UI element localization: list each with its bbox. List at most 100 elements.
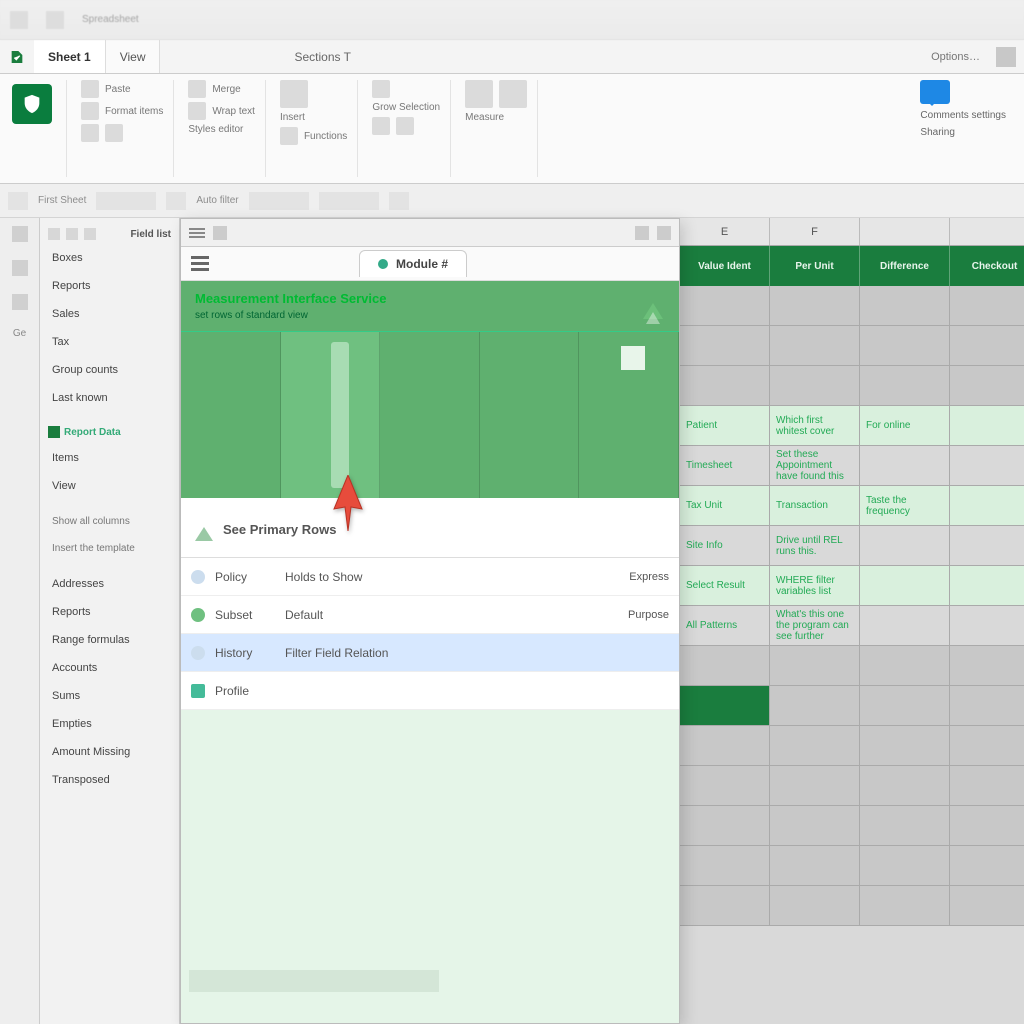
prop-value: Filter Field Relation <box>285 646 669 660</box>
sidebar-item[interactable]: Transposed <box>40 766 179 794</box>
sidebar-item[interactable]: View <box>40 472 179 500</box>
generic-icon <box>319 192 379 210</box>
ribbon-label[interactable]: Styles editor <box>188 124 243 135</box>
cell[interactable]: Timesheet <box>680 446 770 485</box>
tab-sheet1[interactable]: Sheet 1 <box>34 40 106 73</box>
sidebar-item[interactable]: Reports <box>40 598 179 626</box>
sidebar-item[interactable]: Addresses <box>40 570 179 598</box>
cell[interactable]: Taste the frequency <box>860 486 950 525</box>
tab-view[interactable]: View <box>106 40 161 73</box>
sidebar-item[interactable]: Boxes <box>40 244 179 272</box>
cell[interactable]: For online <box>860 406 950 445</box>
property-list: Policy Holds to Show Express Subset Defa… <box>181 558 679 710</box>
sidebar-item[interactable]: Amount Missing <box>40 738 179 766</box>
generic-icon[interactable] <box>372 117 390 135</box>
table-icon[interactable] <box>499 80 527 108</box>
sidebar-item[interactable]: Empties <box>40 710 179 738</box>
bullet-icon <box>191 608 205 622</box>
highlight-bar <box>331 342 349 488</box>
sidebar-item[interactable]: Group counts <box>40 356 179 384</box>
chart-icon[interactable] <box>465 80 493 108</box>
sidebar-item[interactable]: Insert the template <box>40 535 179 562</box>
th: Value Ident <box>680 246 770 286</box>
grow-icon[interactable] <box>372 80 390 98</box>
list-item[interactable]: Policy Holds to Show Express <box>181 558 679 596</box>
ribbon-label: Comments settings <box>920 110 1006 121</box>
ribbon-label[interactable]: Sharing <box>920 127 954 138</box>
generic-icon[interactable] <box>213 226 227 240</box>
options-link[interactable]: Options… <box>931 51 988 63</box>
list-item-selected[interactable]: History Filter Field Relation <box>181 634 679 672</box>
sidebar-item[interactable]: Accounts <box>40 654 179 682</box>
square-icon <box>48 426 60 438</box>
cell[interactable]: Set these Appointment have found this <box>770 446 860 485</box>
generic-icon[interactable] <box>105 124 123 142</box>
menu-icon[interactable] <box>189 228 205 238</box>
merge-icon[interactable] <box>188 80 206 98</box>
cell[interactable]: Select Result <box>680 566 770 605</box>
name-box[interactable] <box>8 192 28 210</box>
col-header[interactable] <box>860 218 950 245</box>
expand-icon <box>195 518 213 541</box>
breadcrumb: Sections T <box>280 50 364 64</box>
ribbon-label[interactable]: Measure <box>465 112 504 123</box>
menu-icon[interactable] <box>191 256 209 271</box>
generic-icon[interactable] <box>396 117 414 135</box>
share-icon[interactable] <box>996 47 1016 67</box>
formula-label: First Sheet <box>38 195 86 206</box>
col-header[interactable]: E <box>680 218 770 245</box>
cell[interactable]: What's this one the program can see furt… <box>770 606 860 645</box>
panel-toolbar <box>181 219 679 247</box>
cell[interactable]: Tax Unit <box>680 486 770 525</box>
fx-icon[interactable] <box>280 127 298 145</box>
sidebar-item[interactable]: Last known <box>40 384 179 412</box>
prop-key: Subset <box>215 608 275 622</box>
cell[interactable]: Drive until REL runs this. <box>770 526 860 565</box>
paste-icon[interactable] <box>81 80 99 98</box>
cell[interactable]: Site Info <box>680 526 770 565</box>
insert-icon[interactable] <box>280 80 308 108</box>
cell[interactable]: Patient <box>680 406 770 445</box>
shield-icon[interactable] <box>12 84 52 124</box>
cell[interactable]: Transaction <box>770 486 860 525</box>
wrap-icon[interactable] <box>188 102 206 120</box>
ribbon-label: Grow Selection <box>372 102 440 113</box>
prop-key: History <box>215 646 275 660</box>
sidebar-item[interactable]: Items <box>40 444 179 472</box>
generic-icon <box>389 192 409 210</box>
cell[interactable]: WHERE filter variables list <box>770 566 860 605</box>
prop-key: Policy <box>215 570 275 584</box>
sidebar-header: Field list <box>40 224 179 244</box>
sidebar-section[interactable]: Report Data <box>40 420 179 444</box>
close-icon[interactable] <box>657 226 671 240</box>
section-header[interactable]: See Primary Rows <box>181 502 679 558</box>
app-badge <box>0 40 34 74</box>
cell[interactable]: Which first whitest cover <box>770 406 860 445</box>
list-item[interactable]: Profile <box>181 672 679 710</box>
sidebar-item[interactable]: Show all columns <box>40 508 179 535</box>
status-dot-icon <box>378 259 388 269</box>
list-item[interactable]: Subset Default Purpose <box>181 596 679 634</box>
gutter-icon <box>12 226 28 242</box>
format-icon[interactable] <box>81 102 99 120</box>
generic-icon <box>96 192 156 210</box>
sidebar-item[interactable]: Sales <box>40 300 179 328</box>
ribbon-label: Format items <box>105 106 163 117</box>
prop-value: Holds to Show <box>285 570 619 584</box>
sidebar-item[interactable]: Range formulas <box>40 626 179 654</box>
sidebar-section-label: Report Data <box>64 427 121 438</box>
comment-icon[interactable] <box>920 80 950 104</box>
minimize-icon[interactable] <box>635 226 649 240</box>
sidebar-item[interactable]: Tax <box>40 328 179 356</box>
panel-tab[interactable]: Module # <box>359 250 467 277</box>
window-title: Spreadsheet <box>82 14 139 25</box>
col-header[interactable]: F <box>770 218 860 245</box>
generic-icon <box>249 192 309 210</box>
generic-icon[interactable] <box>81 124 99 142</box>
ribbon-label: Functions <box>304 131 347 142</box>
sidebar-item[interactable]: Sums <box>40 682 179 710</box>
ribbon: Paste Format items Merge Wrap text Style… <box>0 74 1024 184</box>
sidebar-item[interactable]: Reports <box>40 272 179 300</box>
cell[interactable]: All Patterns <box>680 606 770 645</box>
tab-label: View <box>120 50 146 64</box>
